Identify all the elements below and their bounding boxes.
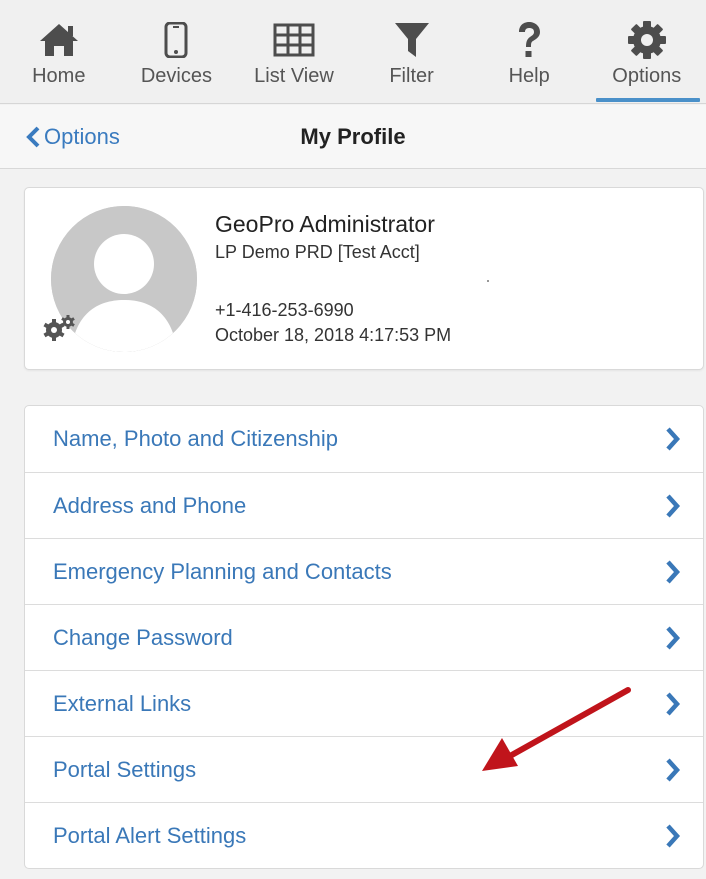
gears-icon (43, 315, 75, 341)
top-toolbar: Home Devices List View Filter Help Optio… (0, 0, 706, 104)
profile-info: GeoPro Administrator LP Demo PRD [Test A… (215, 210, 451, 347)
home-icon (38, 20, 80, 60)
toolbar-list-view-label: List View (254, 65, 334, 87)
menu-item-label: Change Password (53, 624, 233, 650)
phone-number: +1-416-253-6990 (215, 300, 354, 320)
menu-item-label: Address and Phone (53, 492, 247, 518)
menu-item-address-phone[interactable]: Address and Phone (25, 472, 703, 538)
mobile-device-icon (164, 20, 188, 60)
menu-item-label: Name, Photo and Citizenship (53, 426, 338, 451)
toolbar-help-button[interactable]: Help (470, 0, 588, 104)
chevron-right-icon (666, 757, 681, 782)
page-title: My Profile (300, 124, 406, 149)
toolbar-filter-button[interactable]: Filter (353, 0, 471, 104)
account-name: LP Demo PRD [Test Acct] (215, 242, 420, 262)
chevron-right-icon (666, 559, 681, 584)
profile-menu-list: Name, Photo and Citizenship Address and … (24, 405, 704, 869)
menu-item-label: External Links (53, 690, 192, 716)
last-login-timestamp: October 18, 2018 4:17:53 PM (215, 325, 452, 345)
nav-header: Options My Profile (0, 105, 706, 169)
chevron-right-icon (666, 691, 681, 716)
question-mark-icon (516, 20, 542, 60)
menu-item-emergency-planning[interactable]: Emergency Planning and Contacts (25, 538, 703, 604)
separator-dot (487, 280, 489, 282)
menu-item-label: Portal Alert Settings (53, 822, 247, 848)
profile-card: GeoPro Administrator LP Demo PRD [Test A… (24, 187, 704, 370)
app-window: Home Devices List View Filter Help Optio… (0, 0, 706, 879)
active-tab-indicator (595, 98, 700, 102)
chevron-right-icon (666, 823, 681, 848)
menu-item-external-links[interactable]: External Links (25, 670, 703, 736)
gear-icon (627, 20, 667, 60)
toolbar-options-button[interactable]: Options (588, 0, 706, 104)
toolbar-help-label: Help (508, 65, 550, 87)
menu-item-name-photo-citizenship[interactable]: Name, Photo and Citizenship (25, 406, 703, 472)
menu-item-change-password[interactable]: Change Password (25, 604, 703, 670)
menu-item-label: Portal Settings (53, 756, 197, 782)
menu-item-portal-settings[interactable]: Portal Settings (25, 736, 703, 802)
photo-settings-button[interactable] (43, 314, 77, 347)
toolbar-devices-label: Devices (140, 65, 212, 87)
menu-item-label: Emergency Planning and Contacts (53, 558, 392, 584)
chevron-right-icon (666, 493, 681, 518)
toolbar-home-label: Home (32, 65, 86, 87)
chevron-right-icon (666, 625, 681, 650)
toolbar-list-view-button[interactable]: List View (235, 0, 353, 104)
user-name: GeoPro Administrator (215, 211, 435, 237)
filter-funnel-icon (394, 20, 430, 60)
toolbar-devices-button[interactable]: Devices (118, 0, 236, 104)
toolbar-home-button[interactable]: Home (0, 0, 118, 104)
table-grid-icon (273, 20, 315, 60)
toolbar-filter-label: Filter (389, 65, 434, 87)
chevron-right-icon (666, 427, 681, 451)
menu-item-portal-alert-settings[interactable]: Portal Alert Settings (25, 802, 703, 868)
toolbar-options-label: Options (612, 65, 682, 87)
